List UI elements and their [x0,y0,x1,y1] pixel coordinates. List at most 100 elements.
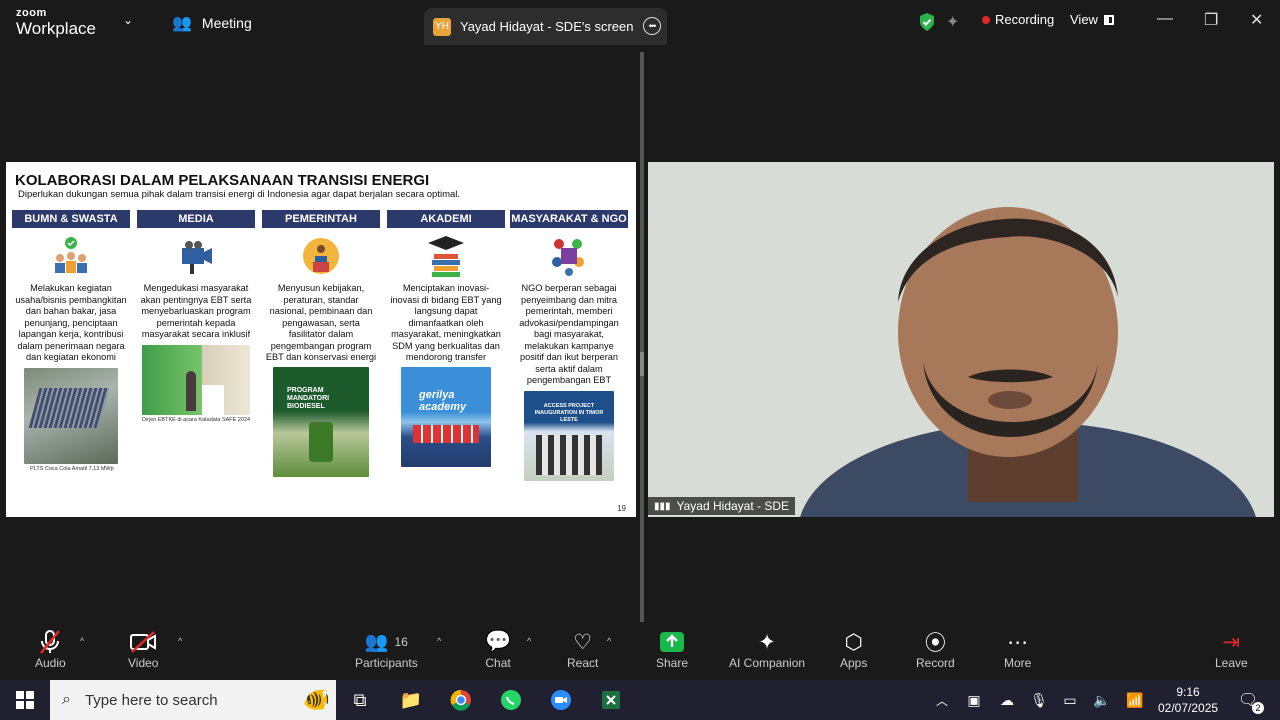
column-media: MEDIA Mengedukasi masyarakat akan pentin… [137,210,255,424]
record-button[interactable]: ⦿ Record [916,628,955,670]
whatsapp-icon[interactable] [496,680,526,720]
heart-icon: ♡ [573,630,593,654]
column-text: Menyusun kebijakan, peraturan, standar n… [265,283,377,362]
record-dot-icon [982,15,990,24]
photo-caption: Dirjen EBTKE di acara Katadata SAFE 2024 [141,416,251,423]
windows-start-icon[interactable] [10,680,40,720]
camera-icon [137,228,255,283]
chat-icon: 💬 [485,630,512,653]
notification-badge: 2 [1252,702,1264,714]
leave-icon: ⇥ [1222,630,1241,654]
chrome-icon[interactable] [446,680,476,720]
title-bar: zoom Workplace ⌄ 👥 Meeting YH Yayad Hida… [0,0,1280,45]
leave-button[interactable]: ⇥ Leave [1215,628,1248,671]
close-icon[interactable]: ✕ [1250,10,1263,30]
react-button[interactable]: ♡ React [567,628,598,671]
windows-taskbar: ⌕ Type here to search 🐠 ⧉ 📁 ︿ ▣ ☁ 🎙 ▭ 🔈 … [0,680,1280,720]
divider-grip[interactable] [640,352,644,376]
photo-text: ACCESS PROJECT INAUGURATION IN TIMOR LES… [534,402,604,423]
slide-subtitle: Diperlukan dukungan semua pihak dalam tr… [18,189,461,200]
file-explorer-icon[interactable]: 📁 [396,680,426,720]
more-options-icon[interactable]: ••• [643,17,661,35]
chevron-down-icon[interactable]: ⌄ [123,13,133,27]
meeting-icon: 👥 [172,15,192,32]
puzzle-icon [510,228,628,283]
view-button[interactable]: View [1070,12,1114,27]
column-head: AKADEMI [387,210,505,228]
column-masyarakat: MASYARAKAT & NGO NGO berperan sebagai pe… [510,210,628,481]
search-icon: ⌕ [62,691,71,708]
audio-options-caret-icon[interactable]: ^ [80,636,84,646]
column-head: MASYARAKAT & NGO [510,210,628,228]
task-view-icon[interactable]: ⧉ [345,680,375,720]
excel-icon[interactable] [596,680,626,720]
video-options-caret-icon[interactable]: ^ [178,636,182,646]
wifi-icon[interactable]: 📶 [1124,680,1146,720]
podium-icon [262,228,380,283]
column-head: MEDIA [137,210,255,228]
recording-indicator[interactable]: Recording [982,12,1054,27]
participant-video[interactable] [648,162,1274,517]
shared-slide: KOLABORASI DALAM PELAKSANAAN TRANSISI EN… [6,162,636,517]
security-shield-icon[interactable] [918,12,936,32]
tray-expand-icon[interactable]: ︿ [932,680,952,720]
photo-text: gerilya academy [419,388,467,413]
taskbar-clock[interactable]: 9:16 02/07/2025 [1158,684,1218,716]
slide-title: KOLABORASI DALAM PELAKSANAAN TRANSISI EN… [15,172,430,189]
signal-icon: ▮▮▮ [654,500,671,512]
mic-muted-icon [38,628,62,656]
more-button[interactable]: ⋯ More [1004,628,1031,671]
screen-share-tab[interactable]: YH Yayad Hidayat - SDE's screen ••• [424,8,667,45]
taskbar-search[interactable]: ⌕ Type here to search 🐠 [50,680,336,720]
search-highlight-icon: 🐠 [302,687,330,712]
view-layout-icon [1103,14,1114,25]
notification-icon[interactable]: 🗨 [1236,680,1260,720]
meeting-tab[interactable]: 👥 Meeting [172,10,252,36]
access-project-photo: ACCESS PROJECT INAUGURATION IN TIMOR LES… [524,390,614,481]
share-button[interactable]: Share [656,628,688,670]
audio-button[interactable]: Audio [35,628,66,670]
meeting-label: Meeting [201,15,252,31]
zoom-logo: zoom Workplace [16,7,96,38]
ai-companion-button[interactable]: ✦ AI Companion [729,628,805,671]
column-text: Menciptakan inovasi-inovasi di bidang EB… [390,283,502,362]
battery-icon[interactable]: ▭ [1060,680,1080,720]
record-icon: ⦿ [924,632,946,655]
apps-button[interactable]: ⬡ Apps [840,628,867,671]
onedrive-icon[interactable]: ☁ [996,680,1018,720]
biodiesel-poster: PROGRAM MANDATORI BIODIESEL [273,366,369,477]
microphone-tray-icon[interactable]: 🎙 [1030,680,1048,720]
avatar: YH [433,17,451,36]
react-options-caret-icon[interactable]: ^ [607,636,611,646]
volume-icon[interactable]: 🔈 [1092,680,1112,720]
column-bumn: BUMN & SWASTA Melakukan kegiatan usaha/b… [12,210,130,473]
column-pemerintah: PEMERINTAH Menyusun kebijakan, peraturan… [262,210,380,477]
page-number: 19 [617,504,626,513]
chat-options-caret-icon[interactable]: ^ [527,636,531,646]
participants-button[interactable]: 👥 16 Participants [355,628,418,670]
people-check-icon [12,228,130,283]
tray-app-icon[interactable]: ▣ [964,680,984,720]
ai-sparkle-icon[interactable]: ✦ [946,12,959,32]
video-button[interactable]: Video [128,628,158,670]
column-text: NGO berperan sebagai penyeimbang dan mit… [519,283,619,385]
column-head: BUMN & SWASTA [12,210,130,228]
restore-icon[interactable]: ❐ [1204,10,1218,30]
chat-button[interactable]: 💬 Chat [485,628,511,670]
zoom-app-icon[interactable] [546,680,576,720]
participant-figure [648,162,1274,517]
solar-roof-photo [24,367,118,464]
apps-icon: ⬡ [844,630,863,654]
participants-icon: 👥 16 [364,632,408,653]
split-divider[interactable] [640,52,644,622]
share-screen-icon [659,628,685,656]
more-icon: ⋯ [1007,630,1029,654]
search-input[interactable]: Type here to search [85,692,218,709]
participants-options-caret-icon[interactable]: ^ [437,636,441,646]
participant-name-tag: ▮▮▮ Yayad Hidayat - SDE [648,497,796,515]
share-tab-label: Yayad Hidayat - SDE's screen [460,19,634,34]
video-off-icon [129,628,157,656]
column-text: Mengedukasi masyarakat akan pentingnya E… [140,283,252,339]
column-akademi: AKADEMI Menciptakan inovasi-inovasi di b… [387,210,505,467]
minimize-icon[interactable]: — [1157,10,1173,28]
